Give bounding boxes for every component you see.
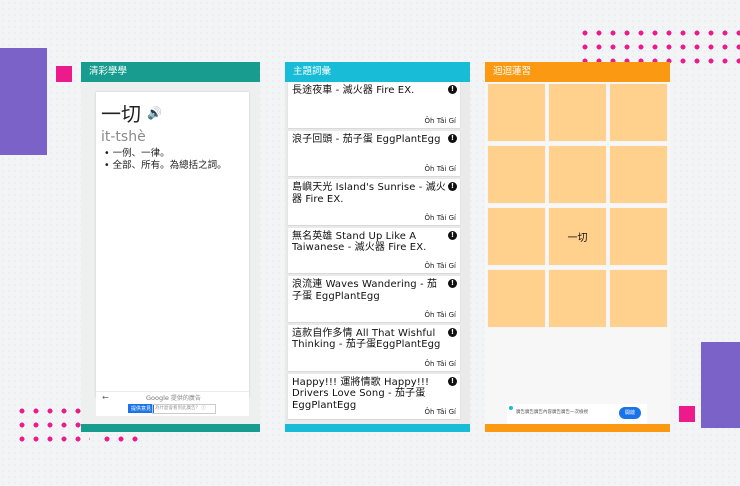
feedback-button[interactable]: 提供意見 (128, 404, 155, 413)
song-title: 長途夜車 - 滅火器 Fire EX. (292, 85, 415, 96)
info-icon[interactable]: ! (448, 182, 457, 192)
word-card: 一切 🔊 it-tshè • 一例、一律。 • 全部、所有。為總括之詞。 (96, 92, 249, 398)
songs-header: 主題詞彙 (285, 62, 470, 82)
why-this-ad[interactable]: 為什麼會看到此廣告？ ⓘ (152, 404, 216, 414)
dictionary-header: 清彩學學 (81, 62, 260, 82)
pink-dots-decoration (15, 404, 90, 446)
info-icon[interactable]: ! (448, 85, 457, 94)
tile[interactable] (549, 146, 606, 203)
definition-item: • 一例、一律。 (104, 148, 170, 159)
word: 一切 (101, 102, 141, 126)
info-icon[interactable]: ! (448, 376, 457, 386)
tile[interactable] (488, 270, 545, 327)
song-title: 這款自作多情 All That Wishful Thinking - 茄子蛋Eg… (292, 327, 441, 351)
song-title: 島嶼天光 Island's Sunrise - 滅火器 Fire EX. (292, 182, 446, 205)
song-item[interactable]: 浪子回頭 - 茄子蛋 EggPlantEgg ! Ôh Tâi Gí (288, 130, 460, 177)
game-header: 迴迴蓮習 (485, 62, 670, 82)
song-artist: Ôh Tâi Gí (424, 165, 456, 174)
info-icon[interactable]: ! (448, 279, 457, 289)
info-icon[interactable]: ! (448, 133, 457, 143)
ad-open-button[interactable]: 開啟 (619, 407, 641, 419)
pink-square-decoration (679, 406, 695, 422)
word-heading: 一切 🔊 (101, 98, 249, 127)
purple-decoration (0, 48, 47, 155)
dictionary-footer (81, 424, 260, 432)
song-title: 浪子回頭 - 茄子蛋 EggPlantEgg (292, 133, 441, 145)
song-artist: Ôh Tâi Gí (424, 116, 456, 125)
song-artist: Ôh Tâi Gí (424, 408, 456, 417)
songs-footer (285, 424, 470, 432)
game-footer (485, 424, 670, 432)
tile[interactable] (610, 84, 667, 141)
song-item[interactable]: 浪流連 Waves Wandering - 茄子蛋 EggPlantEgg ! … (288, 276, 460, 322)
tile[interactable] (549, 84, 606, 141)
info-icon[interactable]: ! (448, 327, 457, 337)
ad-banner[interactable]: 廣告廣告廣告內容廣告廣告一次檢視 開啟 (507, 404, 647, 424)
song-item[interactable]: 這款自作多情 All That Wishful Thinking - 茄子蛋Eg… (288, 324, 460, 371)
tile[interactable] (488, 146, 545, 203)
speaker-icon[interactable]: 🔊 (147, 106, 162, 120)
song-title: Happy!!! 運將情歌 Happy!!! Drivers Love Song… (292, 376, 430, 411)
google-ad-bar: ← Google 提供的廣告 提供意見 為什麼會看到此廣告？ ⓘ (96, 391, 249, 416)
tile[interactable] (610, 208, 667, 265)
tile[interactable] (488, 208, 545, 265)
song-title: 無名英雄 Stand Up Like A Taiwanese - 滅火器 Fir… (292, 230, 427, 254)
tile[interactable] (610, 270, 667, 327)
song-list: 長途夜車 - 滅火器 Fire EX. ! Ôh Tâi Gí 浪子回頭 - 茄… (285, 82, 470, 424)
tile[interactable] (488, 84, 545, 141)
tile[interactable] (610, 146, 667, 203)
back-arrow-icon[interactable]: ← (102, 393, 109, 402)
tile-word[interactable]: 一切 (549, 208, 606, 265)
tile-grid: 一切 (485, 83, 670, 328)
song-artist: Ôh Tâi Gí (424, 310, 456, 319)
song-title: 浪流連 Waves Wandering - 茄子蛋 EggPlantEgg (292, 279, 438, 302)
ad-info-icon[interactable] (509, 406, 513, 410)
purple-decoration (701, 342, 740, 428)
song-item[interactable]: 長途夜車 - 滅火器 Fire EX. ! Ôh Tâi Gí (288, 82, 460, 128)
song-artist: Ôh Tâi Gí (424, 213, 456, 222)
definition-item: • 全部、所有。為總括之詞。 (104, 159, 227, 171)
song-artist: Ôh Tâi Gí (424, 359, 456, 368)
tile[interactable] (549, 270, 606, 327)
song-item[interactable]: Happy!!! 運將情歌 Happy!!! Drivers Love Song… (288, 373, 460, 420)
dictionary-screen: 清彩學學 一切 🔊 it-tshè • 一例、一律。 • 全部、所有。為總括之詞… (81, 62, 260, 432)
google-ad-label: Google 提供的廣告 (146, 393, 201, 402)
google-label: Google (146, 394, 169, 402)
info-icon[interactable]: ! (448, 230, 457, 240)
romanization: it-tshè (101, 129, 146, 145)
song-artist: Ôh Tâi Gí (424, 262, 456, 271)
song-item[interactable]: 無名英雄 Stand Up Like A Taiwanese - 滅火器 Fir… (288, 227, 460, 274)
ad-text: 廣告廣告廣告內容廣告廣告一次檢視 (516, 410, 588, 415)
game-screen: 迴迴蓮習 一切 廣告廣告廣告內容廣告廣告一次檢視 開啟 (485, 62, 670, 432)
dictionary-body: 一切 🔊 it-tshè • 一例、一律。 • 全部、所有。為總括之詞。 ← G… (81, 82, 260, 424)
pink-square-decoration (56, 66, 72, 82)
google-sub: 提供的廣告 (170, 395, 201, 402)
definition-list: • 一例、一律。 • 全部、所有。為總括之詞。 (96, 148, 249, 171)
songs-screen: 主題詞彙 長途夜車 - 滅火器 Fire EX. ! Ôh Tâi Gí 浪子回… (285, 62, 470, 432)
song-item[interactable]: 島嶼天光 Island's Sunrise - 滅火器 Fire EX. ! Ô… (288, 179, 460, 225)
